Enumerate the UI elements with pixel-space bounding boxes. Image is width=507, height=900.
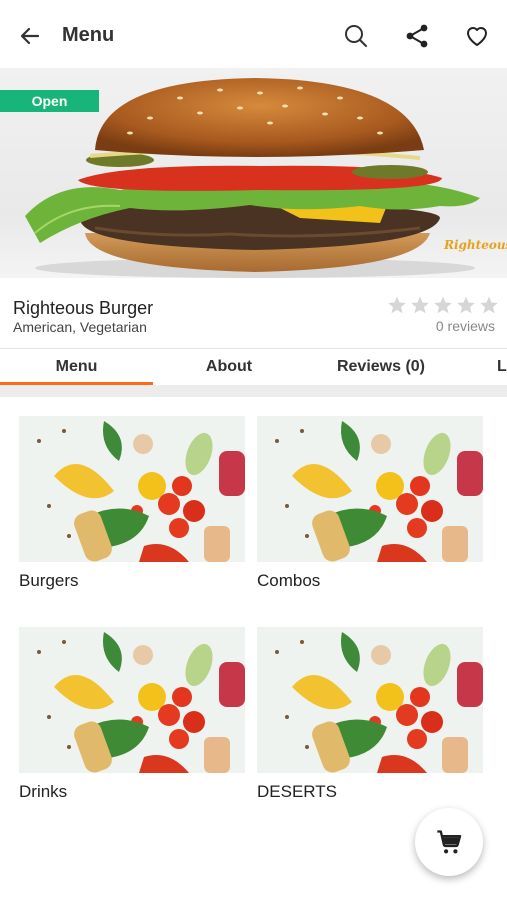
section-divider xyxy=(0,385,507,397)
category-card[interactable]: DESERTS xyxy=(257,627,483,802)
back-arrow-icon xyxy=(20,27,40,45)
brand-logo: Righteous xyxy=(444,238,507,252)
hero-image: Open xyxy=(0,68,507,278)
cart-icon xyxy=(437,830,462,854)
restaurant-cuisine: American, Vegetarian xyxy=(13,319,147,335)
tab-menu[interactable]: Menu xyxy=(0,349,153,385)
heart-icon xyxy=(467,27,487,46)
app-bar: Menu xyxy=(0,0,507,68)
tab-bar: Menu About Reviews (0) L xyxy=(0,348,507,386)
rating-stars[interactable] xyxy=(387,295,499,315)
category-label: Burgers xyxy=(19,571,79,590)
category-image xyxy=(257,627,483,773)
reviews-count[interactable]: 0 reviews xyxy=(436,318,495,334)
category-image xyxy=(19,416,245,562)
star-icon xyxy=(457,296,475,314)
open-status-badge: Open xyxy=(0,90,99,112)
category-image xyxy=(19,627,245,773)
search-icon xyxy=(345,25,367,47)
star-icon xyxy=(388,296,406,314)
favorite-button[interactable] xyxy=(461,20,493,52)
star-icon xyxy=(480,296,498,314)
back-button[interactable] xyxy=(14,20,46,52)
category-card[interactable]: Burgers xyxy=(19,416,245,591)
cart-button[interactable] xyxy=(415,808,483,876)
restaurant-info: Righteous Burger American, Vegetarian 0 … xyxy=(0,278,507,348)
category-label: Drinks xyxy=(19,782,68,801)
category-image xyxy=(257,416,483,562)
category-label: DESERTS xyxy=(257,782,337,801)
category-label: Combos xyxy=(257,571,321,590)
page-title: Menu xyxy=(62,24,115,46)
share-button[interactable] xyxy=(401,20,433,52)
star-icon xyxy=(434,296,452,314)
search-button[interactable] xyxy=(340,20,372,52)
star-icon xyxy=(411,296,429,314)
tab-reviews[interactable]: Reviews (0) xyxy=(305,349,457,385)
category-card[interactable]: Drinks xyxy=(19,627,245,802)
category-card[interactable]: Combos xyxy=(257,416,483,591)
tab-about[interactable]: About xyxy=(153,349,305,385)
restaurant-name: Righteous Burger xyxy=(13,298,154,318)
tab-more[interactable]: L xyxy=(497,349,507,385)
share-icon xyxy=(406,24,428,48)
